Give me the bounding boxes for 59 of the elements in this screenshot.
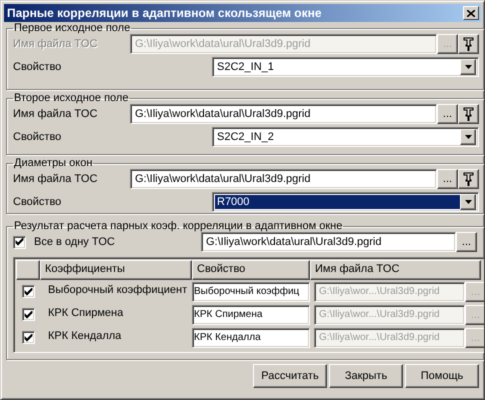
dialog-button[interactable]: Рассчитать (253, 364, 327, 388)
property-field[interactable]: Выборочный коэффиц (192, 282, 310, 302)
check-icon (15, 238, 24, 246)
field-label: Свойство (13, 196, 62, 208)
group-title: Первое исходное поле (13, 22, 132, 34)
dialog-button[interactable]: Закрыть (329, 364, 403, 388)
caret-icon (464, 200, 472, 204)
dropdown-value: R7000 (215, 195, 460, 209)
field-label: Имя файла TOC (13, 108, 98, 120)
dropdown-arrow-button[interactable] (460, 194, 476, 210)
check-icon (24, 310, 32, 318)
checkbox[interactable] (22, 331, 34, 344)
pin-icon (463, 37, 474, 51)
property-field[interactable]: КРК Кендалла (192, 328, 310, 348)
caret-icon (464, 135, 472, 139)
file-field[interactable]: G:\Iliya\work\data\ural\Ural3d9.pgrid (201, 232, 456, 252)
dropdown-arrow-button[interactable] (460, 129, 476, 145)
column-header: Свойство (192, 260, 310, 280)
close-icon (467, 10, 475, 16)
file-field[interactable]: G:\Iliya\work\data\ural\Ural3d9.pgrid (130, 104, 437, 124)
pin-button[interactable] (458, 104, 479, 124)
browse-button[interactable]: ... (456, 232, 477, 252)
group-title: Второе исходное поле (13, 92, 130, 104)
browse-button[interactable]: ... (437, 169, 458, 189)
field-label: Свойство (13, 61, 62, 73)
browse-button[interactable]: ... (437, 104, 458, 124)
check-icon (24, 288, 32, 296)
property-dropdown[interactable]: S2C2_IN_1 (212, 57, 479, 77)
property-dropdown[interactable]: R7000 (212, 192, 479, 212)
table-cell-text: КРК Спирмена (47, 306, 124, 318)
field-label: Имя файла TOC (13, 173, 98, 185)
pin-button[interactable] (458, 169, 479, 189)
field-label: Имя файла TOC (13, 38, 98, 50)
pin-button[interactable] (458, 34, 479, 54)
property-field[interactable]: КРК Спирмена (192, 304, 310, 324)
check-icon (24, 334, 32, 342)
dropdown-value: S2C2_IN_2 (216, 130, 275, 144)
column-header: Имя файла TOC (310, 260, 481, 280)
caret-icon (464, 65, 472, 69)
field-label: Свойство (13, 131, 62, 143)
header-cell (16, 260, 40, 280)
table-cell-text: КРК Кендалла (47, 330, 122, 342)
checkbox[interactable] (22, 285, 34, 298)
window-title: Парные корреляции в адаптивном скользящем окне (7, 6, 322, 20)
property-dropdown[interactable]: S2C2_IN_2 (212, 127, 479, 147)
close-button[interactable] (463, 6, 479, 20)
checkbox[interactable] (13, 236, 26, 248)
pin-icon (463, 172, 474, 186)
table-cell-text: Выборочный коэффициент (47, 284, 188, 296)
file-field[interactable]: G:\Iliya\work\data\ural\Ural3d9.pgrid (130, 169, 437, 189)
group-title: Результат расчета парных коэф. корреляции в адаптивном окне (13, 220, 344, 232)
checkbox[interactable] (22, 308, 34, 321)
checkbox-label: Все в одну TOC (34, 236, 116, 248)
dropdown-arrow-button[interactable] (460, 59, 476, 75)
dropdown-value: S2C2_IN_1 (216, 60, 275, 74)
column-header: Коэффициенты (40, 260, 192, 280)
dialog-button[interactable]: Помощь (405, 364, 479, 388)
pin-icon (463, 107, 474, 121)
group-title: Диаметры окон (13, 157, 94, 169)
